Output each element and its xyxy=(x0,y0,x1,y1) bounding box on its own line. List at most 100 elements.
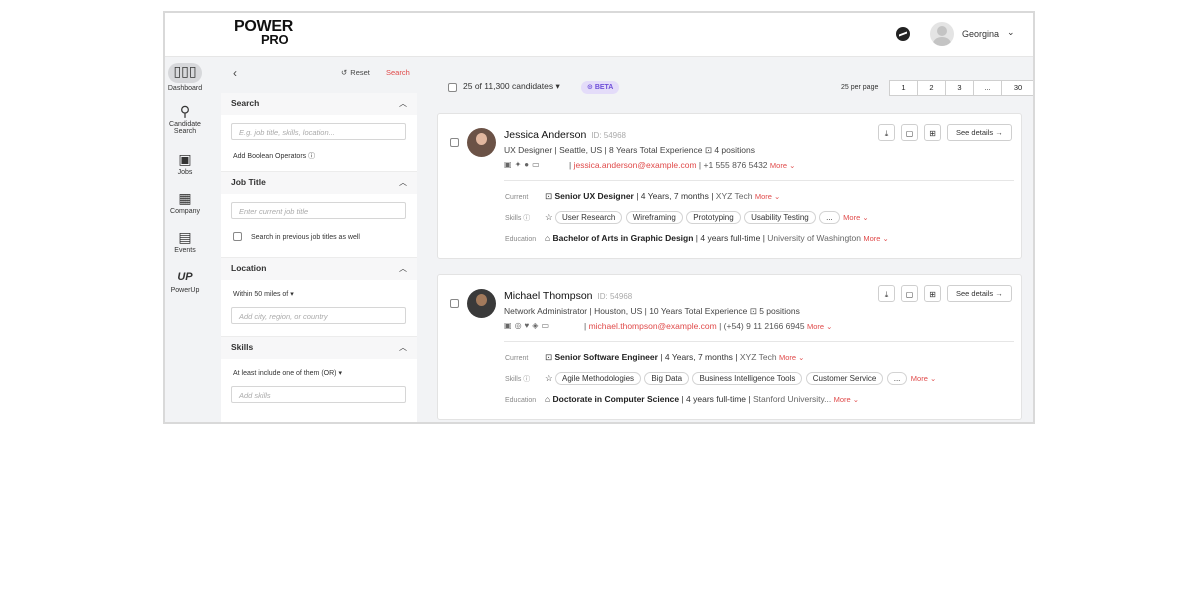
page-button[interactable]: 3 xyxy=(945,80,974,96)
reset-button[interactable]: ↺ Reset xyxy=(341,68,370,77)
results-count: 25 of 11,300 candidates xyxy=(463,81,554,91)
section-header[interactable]: Job Title ︿ xyxy=(221,172,417,194)
download-icon[interactable]: ⤓ xyxy=(878,285,895,302)
page-ellipsis: ... xyxy=(973,80,1002,96)
skill-tag: Agile Methodologies xyxy=(555,372,642,385)
nav-label: Jobs xyxy=(177,169,193,176)
location-section: Location ︿ Within 50 miles of ▾ Add city… xyxy=(221,258,417,337)
see-details-button[interactable]: See details → xyxy=(947,124,1012,141)
caret-down-icon: ▾ xyxy=(290,291,294,298)
add-folder-icon[interactable]: ⊞ xyxy=(924,124,941,141)
more-link[interactable]: More ⌄ xyxy=(834,395,859,404)
candidate-card[interactable]: Jessica Anderson ID: 54968 UX Designer | … xyxy=(437,113,1022,259)
education-label: Education xyxy=(505,397,537,404)
more-link[interactable]: More ⌄ xyxy=(755,192,780,201)
skill-tag: Customer Service xyxy=(805,372,884,385)
nav-label: Candidate Search xyxy=(169,121,201,135)
more-label: More xyxy=(863,234,881,243)
job-title-input[interactable]: Enter current job title xyxy=(231,202,406,219)
section-title: Job Title xyxy=(231,177,266,187)
radius-label: Within 50 miles of xyxy=(233,291,289,298)
location-input[interactable]: Add city, region, or country xyxy=(231,307,406,324)
messenger-icon[interactable] xyxy=(896,27,910,41)
more-link[interactable]: More ⌄ xyxy=(911,374,936,383)
calendar-icon: ▤ xyxy=(178,229,192,245)
nav-item-events[interactable]: ▤ Events xyxy=(165,229,205,254)
skill-tag: Big Data xyxy=(644,372,690,385)
graduation-cap-icon: ⌂ xyxy=(545,233,551,243)
candidate-email[interactable]: michael.thompson@example.com xyxy=(589,321,717,331)
per-page-select[interactable]: 25 per page xyxy=(841,84,878,91)
chevron-up-icon[interactable]: ︿ xyxy=(399,263,407,274)
nav-item-dashboard[interactable]: ▯▯▯ Dashboard xyxy=(165,63,205,92)
building-icon: ▦ xyxy=(178,190,192,206)
nav-item-candidate-search[interactable]: ⚲ Candidate Search xyxy=(165,103,205,135)
more-link[interactable]: More ⌄ xyxy=(779,353,804,362)
more-link[interactable]: More ⌄ xyxy=(807,322,832,331)
twitter-icon[interactable]: ✦ xyxy=(515,160,525,169)
candidate-checkbox[interactable] xyxy=(450,299,459,308)
radius-dropdown[interactable]: Within 50 miles of ▾ xyxy=(233,290,294,298)
previous-titles-checkbox[interactable] xyxy=(233,232,242,241)
skill-tag: User Research xyxy=(555,211,623,224)
page-button[interactable]: 1 xyxy=(889,80,918,96)
boolean-operators-link[interactable]: Add Boolean Operators ⓘ xyxy=(233,151,315,161)
linkedin-icon[interactable]: ▣ xyxy=(504,321,515,330)
star-icon: ☆ xyxy=(545,212,553,222)
results-count-dropdown[interactable]: 25 of 11,300 candidates ▾ xyxy=(463,81,560,92)
candidate-avatar xyxy=(467,128,496,157)
more-skills-tag[interactable]: ... xyxy=(819,211,840,224)
more-skills-tag[interactable]: ... xyxy=(886,372,908,385)
linkedin-icon[interactable]: ▣ xyxy=(504,160,515,169)
message-icon[interactable]: ▢ xyxy=(901,285,918,302)
bar-chart-icon: ▯▯▯ xyxy=(168,63,202,83)
search-button[interactable]: Search xyxy=(386,68,410,77)
chevron-up-icon[interactable]: ︿ xyxy=(399,98,407,109)
card-divider xyxy=(504,180,1014,181)
github-icon[interactable]: ◎ xyxy=(515,321,525,330)
card-divider xyxy=(504,341,1014,342)
page-button[interactable]: 2 xyxy=(917,80,946,96)
back-chevron-icon[interactable]: ‹ xyxy=(233,66,237,80)
skills-mode-dropdown[interactable]: At least include one of them (OR) ▾ xyxy=(233,369,342,377)
star-icon: ☆ xyxy=(545,373,553,383)
more-link[interactable]: More ⌄ xyxy=(863,234,888,243)
nav-item-jobs[interactable]: ▣ Jobs xyxy=(165,151,205,176)
select-all-checkbox[interactable] xyxy=(448,83,457,92)
caret-down-icon: ▾ xyxy=(338,370,342,377)
user-avatar[interactable] xyxy=(930,22,954,46)
social-icons: ▣◎♥◈▭ xyxy=(504,321,552,330)
beta-label: BETA xyxy=(594,84,614,91)
chevron-up-icon[interactable]: ︿ xyxy=(399,177,407,188)
chevron-down-icon[interactable]: ⌄ xyxy=(1007,27,1015,38)
skills-input[interactable]: Add skills xyxy=(231,386,406,403)
see-details-button[interactable]: See details → xyxy=(947,285,1012,302)
candidate-card[interactable]: Michael Thompson ID: 54968 Network Admini… xyxy=(437,274,1022,420)
user-name[interactable]: Georgina xyxy=(962,29,999,39)
download-icon[interactable]: ⤓ xyxy=(878,124,895,141)
section-header[interactable]: Skills ︿ xyxy=(221,337,417,359)
chevron-up-icon[interactable]: ︿ xyxy=(399,342,407,353)
more-label: More xyxy=(910,374,928,383)
candidate-email[interactable]: jessica.anderson@example.com xyxy=(574,160,697,170)
briefcase-icon[interactable]: ▭ xyxy=(541,321,552,330)
more-link[interactable]: More ⌄ xyxy=(770,161,795,170)
more-label: More xyxy=(769,161,788,170)
keyword-search-input[interactable]: E.g. job title, skills, location... xyxy=(231,123,406,140)
candidate-avatar xyxy=(467,289,496,318)
message-icon[interactable]: ▢ xyxy=(901,124,918,141)
more-link[interactable]: More ⌄ xyxy=(843,213,868,222)
briefcase-icon[interactable]: ▭ xyxy=(532,160,543,169)
current-duration: 4 Years, 7 months xyxy=(640,191,709,201)
section-header[interactable]: Location ︿ xyxy=(221,258,417,280)
nav-item-powerup[interactable]: UP PowerUp xyxy=(165,269,205,294)
page-button[interactable]: 30 xyxy=(1001,80,1033,96)
candidate-checkbox[interactable] xyxy=(450,138,459,147)
candidate-name[interactable]: Michael Thompson xyxy=(504,290,593,302)
candidate-name[interactable]: Jessica Anderson xyxy=(504,129,586,141)
app-logo[interactable]: POWER PRO xyxy=(234,19,293,47)
medium-icon[interactable]: ● xyxy=(524,160,532,169)
nav-item-company[interactable]: ▦ Company xyxy=(165,190,205,215)
section-header[interactable]: Search ︿ xyxy=(221,93,417,115)
add-folder-icon[interactable]: ⊞ xyxy=(924,285,941,302)
